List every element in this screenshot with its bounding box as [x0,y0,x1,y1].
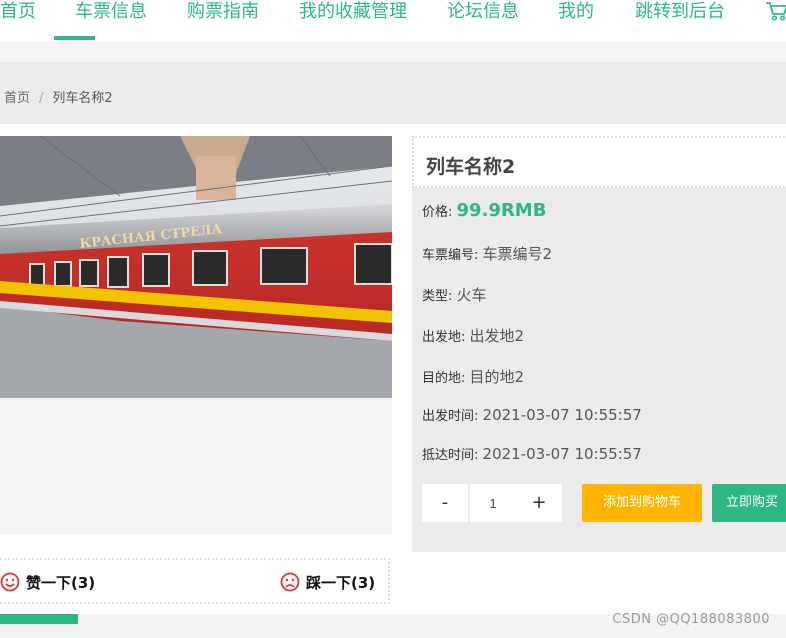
price-row: 价格: 99.9RMB [422,200,546,221]
breadcrumb-bar: 首页 / 列车名称2 [0,62,786,124]
ticket-no-label: 车票编号: [422,248,479,263]
nav-item-label: 购票指南 [187,1,259,22]
top-nav: 首页 车票信息 购票指南 我的收藏管理 论坛信息 我的 跳转到后台 [0,0,786,42]
depart-label: 出发时间: [422,409,479,424]
quantity-increase-button[interactable]: + [516,484,562,522]
depart-row: 出发时间: 2021-03-07 10:55:57 [422,405,642,424]
nav-divider [0,42,786,62]
type-row: 类型: 火车 [422,284,487,305]
product-image-panel: КРАСНАЯ СТРЕЛА [0,136,392,534]
breadcrumb-separator: / [39,91,44,106]
nav-item-label: 我的 [558,1,594,22]
price-value: 99.9RMB [456,200,547,221]
frown-icon [280,572,300,592]
arrive-row: 抵达时间: 2021-03-07 10:55:57 [422,444,642,463]
from-row: 出发地: 出发地2 [422,325,524,346]
vote-bar: 赞一下(3) 踩一下(3) [0,558,390,604]
type-value: 火车 [456,286,487,304]
from-label: 出发地: [422,330,466,345]
quantity-input[interactable] [470,484,516,522]
product-photo: КРАСНАЯ СТРЕЛА [0,136,392,398]
quantity-decrease-button[interactable]: - [422,484,468,522]
price-label: 价格: [422,205,453,220]
to-value: 目的地2 [469,368,525,386]
product-title: 列车名称2 [426,156,516,178]
to-label: 目的地: [422,371,466,386]
breadcrumb-current: 列车名称2 [52,91,113,106]
dislike-label: 踩一下(3) [306,574,376,592]
footer-accent-bar [0,614,78,624]
cart-icon[interactable] [764,0,786,22]
arrive-value: 2021-03-07 10:55:57 [482,445,642,463]
product-detail-panel: 列车名称2 价格: 99.9RMB 车票编号: 车票编号2 类型: 火车 出发地… [412,136,786,552]
nav-item-label: 跳转到后台 [635,1,725,22]
watermark: CSDN @QQ188083800 [612,612,770,627]
ticket-no-value: 车票编号2 [482,245,553,263]
product-title-box: 列车名称2 [412,136,786,188]
nav-item-label: 首页 [0,1,36,22]
buy-now-button[interactable]: 立即购买 [712,484,786,522]
breadcrumb-home[interactable]: 首页 [4,91,30,106]
to-row: 目的地: 目的地2 [422,366,524,387]
type-label: 类型: [422,289,453,304]
nav-item-label: 我的收藏管理 [299,1,407,22]
depart-value: 2021-03-07 10:55:57 [482,406,642,424]
ticket-no-row: 车票编号: 车票编号2 [422,243,552,264]
smile-icon [0,572,20,592]
from-value: 出发地2 [469,327,525,345]
page: 首页 车票信息 购票指南 我的收藏管理 论坛信息 我的 跳转到后台 首页 / 列… [0,0,786,638]
add-to-cart-button[interactable]: 添加到购物车 [582,484,702,522]
active-tab-indicator [54,36,95,40]
nav-item-label: 车票信息 [75,1,147,22]
arrive-label: 抵达时间: [422,448,479,463]
nav-item-label: 论坛信息 [447,1,519,22]
like-label: 赞一下(3) [26,574,96,592]
breadcrumb: 首页 / 列车名称2 [4,87,113,106]
